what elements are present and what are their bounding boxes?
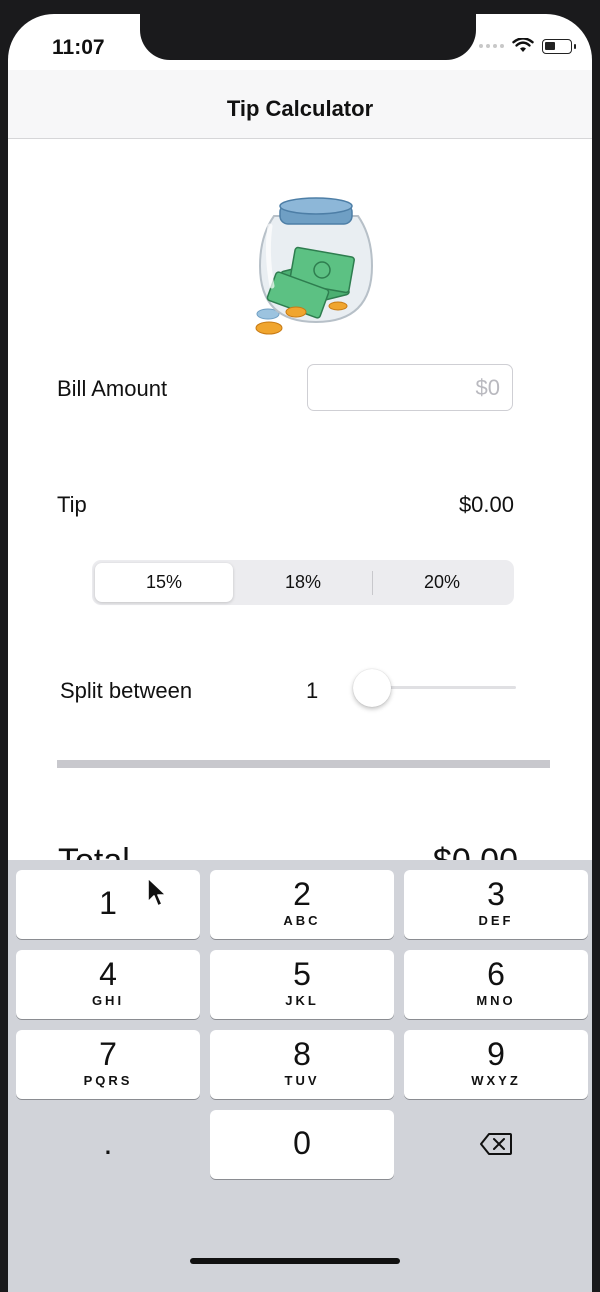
numeric-keypad: 1 2 ABC 3 DEF 4 GHI 5 JKL 6 MNO 7 PQRS 8… xyxy=(8,860,592,1292)
tip-option-15[interactable]: 15% xyxy=(95,563,233,602)
key-0[interactable]: 0 xyxy=(210,1110,394,1179)
key-6-letters: MNO xyxy=(476,993,516,1008)
status-icons xyxy=(479,38,576,54)
key-3[interactable]: 3 DEF xyxy=(404,870,588,939)
tip-percentage-control: 15% 18% 20% xyxy=(92,560,514,605)
device-notch xyxy=(140,14,476,60)
tip-option-18[interactable]: 18% xyxy=(234,563,372,602)
home-indicator[interactable] xyxy=(190,1258,400,1264)
backspace-icon xyxy=(480,1133,512,1155)
key-9-letters: WXYZ xyxy=(471,1073,521,1088)
key-delete[interactable] xyxy=(404,1110,588,1179)
key-decimal-label: . xyxy=(103,1125,113,1161)
key-2-digit: 2 xyxy=(293,876,311,912)
battery-icon xyxy=(542,38,576,54)
cellular-signal-icon xyxy=(479,44,504,48)
key-7-digit: 7 xyxy=(99,1036,117,1072)
key-8-letters: TUV xyxy=(284,1073,320,1088)
bill-amount-label: Bill Amount xyxy=(57,376,168,401)
money-jar-illustration xyxy=(255,197,374,335)
key-3-letters: DEF xyxy=(478,913,514,928)
key-decimal[interactable]: . xyxy=(16,1110,200,1179)
key-6-digit: 6 xyxy=(487,956,505,992)
key-1-digit: 1 xyxy=(99,885,117,921)
key-9-digit: 9 xyxy=(487,1036,505,1072)
wifi-icon xyxy=(512,38,534,52)
key-4[interactable]: 4 GHI xyxy=(16,950,200,1019)
key-4-digit: 4 xyxy=(99,956,117,992)
key-6[interactable]: 6 MNO xyxy=(404,950,588,1019)
split-slider-track[interactable] xyxy=(372,686,516,689)
key-8-digit: 8 xyxy=(293,1036,311,1072)
key-5-digit: 5 xyxy=(293,956,311,992)
key-7[interactable]: 7 PQRS xyxy=(16,1030,200,1099)
bill-amount-input[interactable] xyxy=(307,364,513,411)
status-time: 11:07 xyxy=(52,36,105,59)
key-4-letters: GHI xyxy=(91,993,125,1008)
mouse-pointer-icon xyxy=(147,877,167,907)
split-count-value: 1 xyxy=(306,678,319,703)
section-divider xyxy=(57,760,550,768)
key-9[interactable]: 9 WXYZ xyxy=(404,1030,588,1099)
tip-label: Tip xyxy=(57,492,87,517)
key-8[interactable]: 8 TUV xyxy=(210,1030,394,1099)
key-3-digit: 3 xyxy=(487,876,505,912)
key-5-letters: JKL xyxy=(285,993,319,1008)
key-5[interactable]: 5 JKL xyxy=(210,950,394,1019)
tip-amount-value: $0.00 xyxy=(458,492,514,517)
key-2-letters: ABC xyxy=(283,913,321,928)
tip-option-20[interactable]: 20% xyxy=(373,563,511,602)
navigation-bar: Tip Calculator xyxy=(8,70,592,139)
split-slider-thumb[interactable] xyxy=(353,669,391,707)
page-title: Tip Calculator xyxy=(226,96,374,121)
key-0-digit: 0 xyxy=(293,1125,311,1161)
key-1[interactable]: 1 xyxy=(16,870,200,939)
key-2[interactable]: 2 ABC xyxy=(210,870,394,939)
split-between-label: Split between xyxy=(60,678,193,703)
key-7-letters: PQRS xyxy=(83,1073,133,1088)
phone-screen: 11:07 Tip Calculator Bill Amount Tip $0.… xyxy=(8,14,592,1292)
